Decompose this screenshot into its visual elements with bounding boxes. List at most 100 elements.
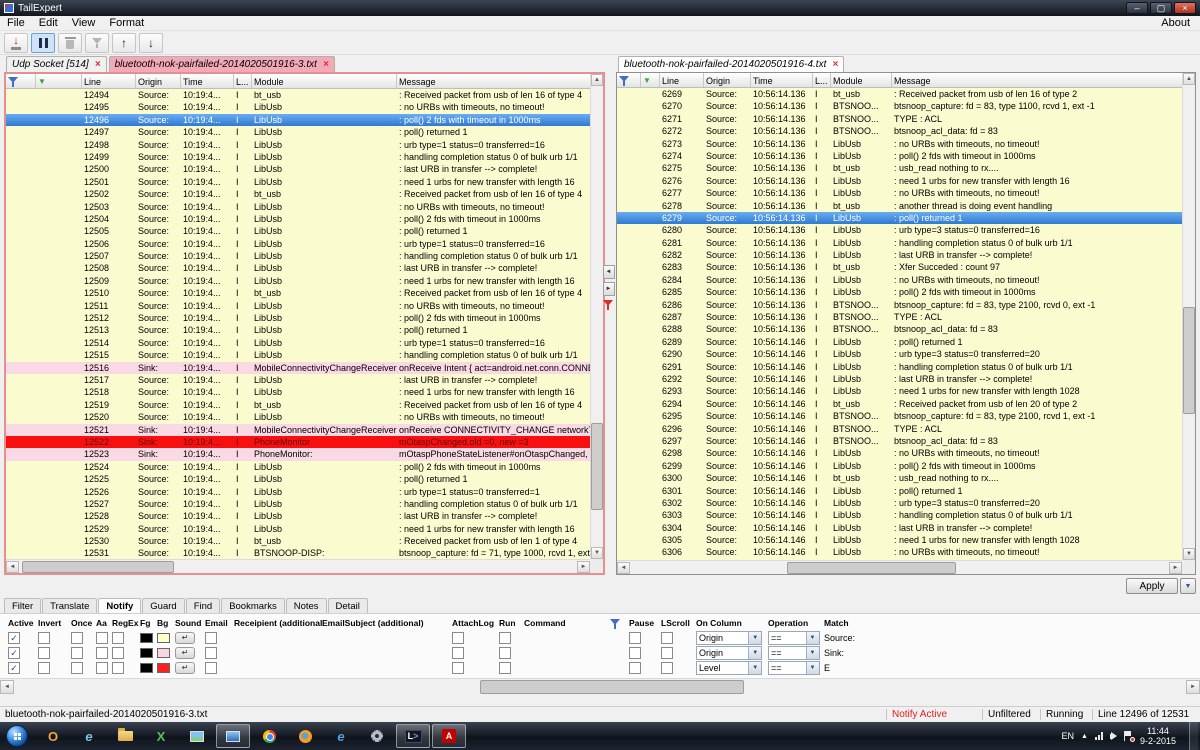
log-row[interactable]: 12526Source:10:19:4...ILibUsb: urb type=…: [6, 486, 590, 498]
scrollbar-thumb[interactable]: [591, 423, 603, 510]
match-field[interactable]: E: [824, 663, 904, 673]
clear-filter-button[interactable]: [85, 33, 109, 53]
log-row[interactable]: 6272Source:10:56:14.136IBTSNOO...btsnoop…: [617, 125, 1182, 137]
invert-checkbox[interactable]: [38, 647, 50, 659]
once-checkbox[interactable]: [71, 632, 83, 644]
hidden-icons-chevron-icon[interactable]: ▲: [1081, 733, 1088, 740]
column-filter-icon[interactable]: [6, 74, 36, 88]
attach_log-checkbox[interactable]: [452, 662, 464, 674]
folder-icon[interactable]: [108, 724, 142, 748]
tab-find[interactable]: Find: [186, 598, 220, 613]
tab-guard[interactable]: Guard: [142, 598, 184, 613]
email-checkbox[interactable]: [205, 632, 217, 644]
fg-color-swatch[interactable]: [140, 663, 153, 673]
tab-translate[interactable]: Translate: [42, 598, 97, 613]
log-row[interactable]: 6292Source:10:56:14.146ILibUsb: last URB…: [617, 373, 1182, 385]
log-row[interactable]: 12495Source:10:19:4...ILibUsb: no URBs w…: [6, 101, 590, 113]
lscroll-checkbox[interactable]: [661, 647, 673, 659]
bottom-horizontal-scrollbar[interactable]: ◄ ►: [0, 678, 1200, 694]
attach_log-checkbox[interactable]: [452, 632, 464, 644]
log-row[interactable]: 12505Source:10:19:4...ILibUsb: poll() re…: [6, 225, 590, 237]
active-checkbox[interactable]: ✓: [8, 632, 20, 644]
scroll-right-arrow-icon[interactable]: ►: [1186, 680, 1200, 694]
lscroll-checkbox[interactable]: [661, 632, 673, 644]
show-desktop-button[interactable]: [1189, 722, 1198, 750]
apply-button[interactable]: Apply: [1126, 578, 1178, 594]
follow-tail-icon[interactable]: ▼: [641, 73, 660, 87]
import-button[interactable]: [4, 33, 28, 53]
sync-left-button[interactable]: ◄: [603, 265, 615, 279]
log-row[interactable]: 6298Source:10:56:14.146ILibUsb: no URBs …: [617, 447, 1182, 459]
pane-divider[interactable]: ◄ ►: [602, 265, 615, 310]
scroll-down-arrow-icon[interactable]: ▼: [591, 547, 603, 559]
operation-select[interactable]: ==▼: [768, 631, 820, 645]
log-row[interactable]: 12523Sink:10:19:4...IPhoneMonitor:mOtasp…: [6, 448, 590, 460]
network-icon[interactable]: [1095, 732, 1103, 740]
paint-icon[interactable]: [180, 724, 214, 748]
log-row[interactable]: 6282Source:10:56:14.136ILibUsb: last URB…: [617, 249, 1182, 261]
column-header-time[interactable]: Time: [181, 74, 234, 88]
log-row[interactable]: 12518Source:10:19:4...ILibUsb: need 1 ur…: [6, 386, 590, 398]
lscroll-checkbox[interactable]: [661, 662, 673, 674]
scroll-up-arrow-icon[interactable]: ▲: [591, 74, 603, 86]
log-row[interactable]: 6295Source:10:56:14.146IBTSNOO...btsnoop…: [617, 410, 1182, 422]
firefox-icon[interactable]: [288, 724, 322, 748]
pause-button[interactable]: [31, 33, 55, 53]
log-row[interactable]: 12530Source:10:19:4...Ibt_usb: Received …: [6, 535, 590, 547]
regex-checkbox[interactable]: [112, 647, 124, 659]
log-row[interactable]: 6281Source:10:56:14.136ILibUsb: handling…: [617, 237, 1182, 249]
log-row[interactable]: 6271Source:10:56:14.136IBTSNOO...TYPE : …: [617, 113, 1182, 125]
maximize-button[interactable]: ▢: [1150, 2, 1172, 14]
action-center-flag-icon[interactable]: [1124, 731, 1133, 741]
active-checkbox[interactable]: ✓: [8, 662, 20, 674]
column-header-message[interactable]: Message: [892, 73, 1182, 87]
scroll-left-arrow-icon[interactable]: ◄: [6, 561, 19, 573]
once-checkbox[interactable]: [71, 647, 83, 659]
log-row[interactable]: 12504Source:10:19:4...ILibUsb: poll() 2 …: [6, 213, 590, 225]
scrollbar-thumb[interactable]: [480, 680, 744, 694]
menu-edit[interactable]: Edit: [32, 17, 65, 29]
pause-checkbox[interactable]: [629, 647, 641, 659]
log-row[interactable]: 12510Source:10:19:4...Ibt_usb: Received …: [6, 287, 590, 299]
log-row[interactable]: 12531Source:10:19:4...IBTSNOOP-DISP:btsn…: [6, 547, 590, 559]
bg-color-swatch[interactable]: [157, 663, 170, 673]
internet-explorer-icon[interactable]: e: [72, 724, 106, 748]
match-field[interactable]: Sink:: [824, 648, 904, 658]
column-header-l[interactable]: L...: [234, 74, 252, 88]
log-row[interactable]: 6297Source:10:56:14.146IBTSNOO...btsnoop…: [617, 435, 1182, 447]
bg-color-swatch[interactable]: [157, 633, 170, 643]
log-row[interactable]: 6288Source:10:56:14.136IBTSNOO...btsnoop…: [617, 323, 1182, 335]
log-row[interactable]: 12529Source:10:19:4...ILibUsb: need 1 ur…: [6, 523, 590, 535]
scrollbar-thumb[interactable]: [787, 562, 957, 574]
excel-icon[interactable]: X: [144, 724, 178, 748]
apply-options-button[interactable]: ▼: [1180, 578, 1196, 594]
pause-checkbox[interactable]: [629, 632, 641, 644]
log-row[interactable]: 12502Source:10:19:4...Ibt_usb: Received …: [6, 188, 590, 200]
fg-color-swatch[interactable]: [140, 648, 153, 658]
scroll-up-button[interactable]: [112, 33, 136, 53]
sound-button[interactable]: ↵: [175, 632, 195, 644]
aa-checkbox[interactable]: [96, 632, 108, 644]
aa-checkbox[interactable]: [96, 662, 108, 674]
invert-checkbox[interactable]: [38, 632, 50, 644]
tab-filter[interactable]: Filter: [4, 598, 41, 613]
attach_log-checkbox[interactable]: [452, 647, 464, 659]
log-row[interactable]: 12509Source:10:19:4...ILibUsb: need 1 ur…: [6, 275, 590, 287]
tab-notes[interactable]: Notes: [286, 598, 327, 613]
log-row[interactable]: 6293Source:10:56:14.146ILibUsb: need 1 u…: [617, 385, 1182, 397]
scroll-left-arrow-icon[interactable]: ◄: [0, 680, 14, 694]
log-row[interactable]: 12508Source:10:19:4...ILibUsb: last URB …: [6, 262, 590, 274]
adobe-reader-icon[interactable]: A: [432, 724, 466, 748]
column-header-origin[interactable]: Origin: [136, 74, 181, 88]
log-row[interactable]: 6299Source:10:56:14.146ILibUsb: poll() 2…: [617, 460, 1182, 472]
log-row[interactable]: 12515Source:10:19:4...ILibUsb: handling …: [6, 349, 590, 361]
clock[interactable]: 11:44 9-2-2015: [1140, 726, 1176, 746]
outlook-icon[interactable]: O: [36, 724, 70, 748]
column-header-line[interactable]: Line: [660, 73, 704, 87]
log-row[interactable]: 6283Source:10:56:14.136Ibt_usb: Xfer Suc…: [617, 261, 1182, 273]
tab-notify[interactable]: Notify: [98, 598, 141, 613]
active-checkbox[interactable]: ✓: [8, 647, 20, 659]
log-row[interactable]: 12499Source:10:19:4...ILibUsb: handling …: [6, 151, 590, 163]
column-filter-icon[interactable]: [617, 73, 641, 87]
tab-close-icon[interactable]: ×: [323, 59, 329, 70]
